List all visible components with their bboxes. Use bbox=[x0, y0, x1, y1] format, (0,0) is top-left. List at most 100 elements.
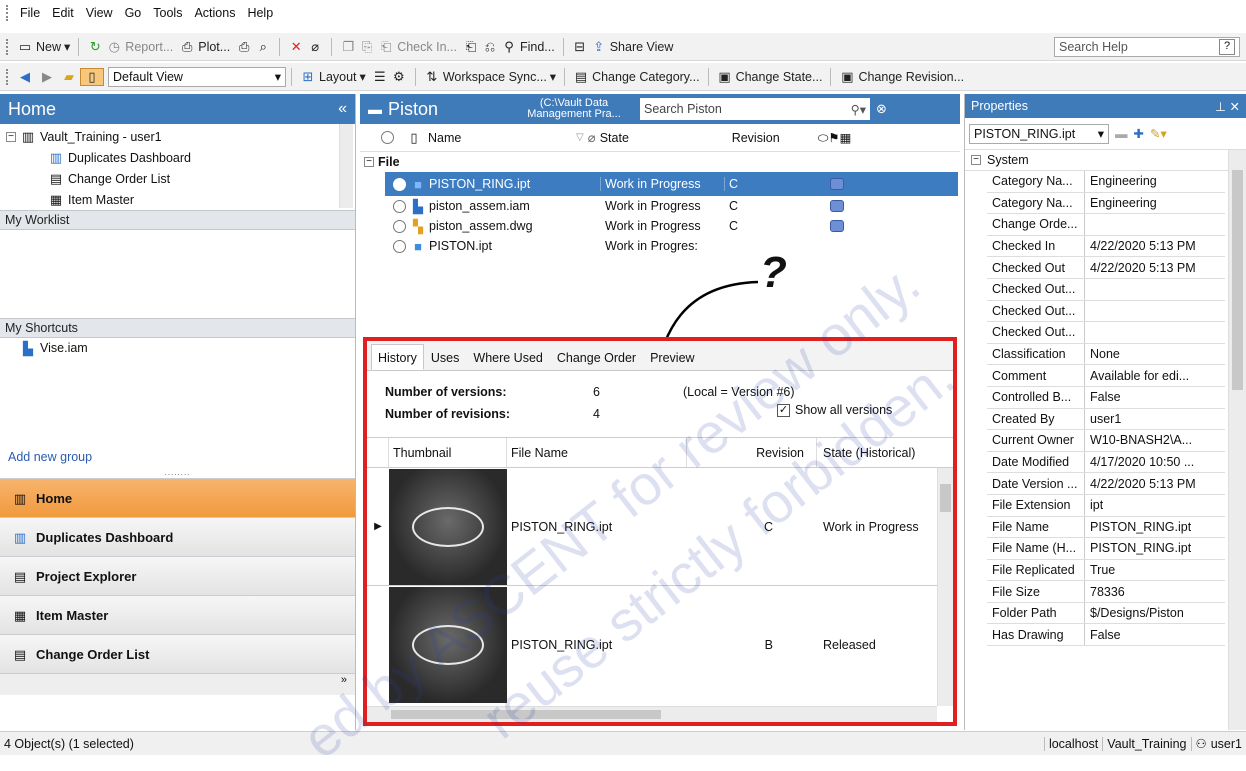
history-row[interactable]: PISTON_RING.ipt B Released bbox=[367, 586, 953, 704]
nav-duplicates-dashboard[interactable]: ▥ Duplicates Dashboard bbox=[0, 517, 355, 556]
property-row[interactable]: File Size 78336 bbox=[987, 581, 1225, 603]
nav-home[interactable]: ▥ Home bbox=[0, 478, 355, 517]
file-row[interactable]: ▚ piston_assem.dwg Work in Progress C bbox=[385, 216, 958, 236]
edit-icon[interactable]: ✎▾ bbox=[1150, 126, 1167, 141]
property-row[interactable]: Current Owner W10-BNASH2\A... bbox=[987, 430, 1225, 452]
history-horizontal-scrollbar[interactable] bbox=[367, 706, 937, 722]
menu-file[interactable]: File bbox=[14, 6, 46, 20]
print-button[interactable]: ⎙ ⌕ bbox=[233, 39, 274, 55]
toolbar-grip[interactable] bbox=[6, 38, 10, 55]
column-chooser-icon[interactable]: ⬭⚑▦ bbox=[818, 130, 852, 146]
check-in-button[interactable]: ❐ ⎘ ⎗ Check In... bbox=[337, 39, 460, 55]
file-row[interactable]: ■ PISTON_RING.ipt Work in Progress C bbox=[385, 172, 958, 196]
tree-item-duplicates-dashboard[interactable]: ▥ Duplicates Dashboard bbox=[6, 147, 349, 168]
tab-uses[interactable]: Uses bbox=[424, 344, 466, 370]
collapse-box-icon[interactable]: − bbox=[971, 155, 981, 165]
scroll-thumb[interactable] bbox=[1232, 170, 1243, 390]
menu-help[interactable]: Help bbox=[241, 6, 279, 20]
nav-change-order-list[interactable]: ▤ Change Order List bbox=[0, 634, 355, 673]
new-button[interactable]: ▭ New ▾ bbox=[14, 39, 73, 55]
worklist-header[interactable]: My Worklist bbox=[0, 210, 355, 230]
pin-close-icons[interactable]: ⊥ ✕ bbox=[1215, 99, 1240, 114]
history-row[interactable]: ▶ PISTON_RING.ipt C Work in Progress bbox=[367, 468, 953, 586]
collapse-box-icon[interactable]: − bbox=[6, 131, 16, 142]
add-icon[interactable]: ✚ bbox=[1134, 126, 1144, 141]
report-button[interactable]: ↻ ◷ Report... bbox=[84, 39, 176, 55]
property-row[interactable]: Has Drawing False bbox=[987, 624, 1225, 647]
pane-toggle-button[interactable]: ▯ bbox=[80, 67, 104, 86]
share-view-button[interactable]: ⊟ ⇪ Share View bbox=[569, 39, 677, 55]
forward-button[interactable]: ▶ bbox=[36, 69, 58, 85]
search-help-input[interactable]: Search Help? bbox=[1054, 36, 1240, 57]
nav-project-explorer[interactable]: ▤ Project Explorer bbox=[0, 556, 355, 595]
property-row[interactable]: Checked In 4/22/2020 5:13 PM bbox=[987, 235, 1225, 258]
view-select[interactable]: Default View ▾ bbox=[108, 66, 286, 87]
properties-scrollbar[interactable] bbox=[1228, 150, 1246, 730]
row-radio[interactable] bbox=[393, 239, 406, 253]
history-vertical-scrollbar[interactable] bbox=[937, 468, 953, 706]
toolbar-grip[interactable] bbox=[6, 5, 10, 21]
column-file-name[interactable]: File Name bbox=[507, 438, 687, 467]
property-row[interactable]: Change Orde... bbox=[987, 214, 1225, 236]
property-row[interactable]: File Extension ipt bbox=[987, 494, 1225, 517]
list-view-button[interactable]: ☰ ⚙ bbox=[369, 69, 410, 85]
select-all-radio[interactable] bbox=[381, 131, 394, 144]
nav-item-master[interactable]: ▦ Item Master bbox=[0, 595, 355, 634]
tree-item-item-master[interactable]: ▦ Item Master bbox=[6, 189, 349, 210]
shortcuts-header[interactable]: My Shortcuts bbox=[0, 318, 355, 338]
group-system[interactable]: − System bbox=[965, 150, 1246, 171]
layout-button[interactable]: ⊞ Layout ▾ bbox=[297, 69, 369, 85]
find-button[interactable]: ⎗ ⎌ ⚲ Find... bbox=[460, 39, 558, 55]
property-row[interactable]: Classification None bbox=[987, 343, 1225, 366]
property-row[interactable]: Date Version ... 4/22/2020 5:13 PM bbox=[987, 473, 1225, 495]
plot-button[interactable]: ⎙ Plot... bbox=[176, 39, 233, 55]
property-row[interactable]: File Replicated True bbox=[987, 559, 1225, 582]
row-radio[interactable] bbox=[393, 177, 406, 191]
tab-preview[interactable]: Preview bbox=[643, 344, 701, 370]
menu-edit[interactable]: Edit bbox=[46, 6, 80, 20]
collapse-box-icon[interactable]: − bbox=[364, 157, 374, 167]
nav-overflow[interactable]: » bbox=[0, 673, 355, 695]
column-thumbnail[interactable]: Thumbnail bbox=[389, 438, 507, 467]
tree-item-vault[interactable]: − ▥ Vault_Training - user1 bbox=[6, 126, 349, 147]
menu-actions[interactable]: Actions bbox=[188, 6, 241, 20]
up-folder-button[interactable]: ▰ bbox=[58, 69, 80, 85]
help-icon[interactable]: ? bbox=[1219, 38, 1235, 55]
group-file[interactable]: − File bbox=[360, 152, 960, 172]
menu-go[interactable]: Go bbox=[119, 6, 148, 20]
back-button[interactable]: ◀ bbox=[14, 69, 36, 85]
property-row[interactable]: Created By user1 bbox=[987, 408, 1225, 431]
folder-search-input[interactable]: Search Piston ⚲▾ bbox=[640, 98, 870, 120]
row-radio[interactable] bbox=[393, 199, 406, 213]
change-state-button[interactable]: ▣ Change State... bbox=[714, 69, 826, 85]
property-row[interactable]: Checked Out 4/22/2020 5:13 PM bbox=[987, 257, 1225, 279]
property-row[interactable]: Category Na... Engineering bbox=[987, 171, 1225, 193]
file-row[interactable]: ▙ piston_assem.iam Work in Progress C bbox=[385, 196, 958, 216]
scroll-thumb[interactable] bbox=[391, 710, 661, 719]
workspace-sync-button[interactable]: ⇅ Workspace Sync... ▾ bbox=[421, 69, 559, 85]
property-row[interactable]: File Name (H... PISTON_RING.ipt bbox=[987, 538, 1225, 560]
menu-view[interactable]: View bbox=[80, 6, 119, 20]
search-icon[interactable]: ⚲▾ bbox=[851, 102, 866, 117]
shortcut-item-vise[interactable]: ▙ Vise.iam bbox=[0, 338, 355, 358]
toolbar-grip[interactable] bbox=[6, 68, 10, 85]
column-state-historical[interactable]: State (Historical) bbox=[817, 446, 925, 460]
tab-where-used[interactable]: Where Used bbox=[466, 344, 549, 370]
column-state[interactable]: State bbox=[600, 131, 732, 145]
tree-item-change-order-list[interactable]: ▤ Change Order List bbox=[6, 168, 349, 189]
column-revision[interactable]: Revision bbox=[687, 438, 817, 467]
change-category-button[interactable]: ▤ Change Category... bbox=[570, 69, 702, 85]
scroll-thumb[interactable] bbox=[940, 484, 951, 512]
property-row[interactable]: Folder Path $/Designs/Piston bbox=[987, 602, 1225, 625]
delete-button[interactable]: ✕ ⌀ bbox=[285, 39, 326, 55]
tab-history[interactable]: History bbox=[371, 344, 424, 370]
column-name[interactable]: Name bbox=[428, 131, 576, 145]
column-revision[interactable]: Revision bbox=[732, 131, 804, 145]
remove-icon[interactable]: ▬ bbox=[1115, 127, 1128, 141]
property-row[interactable]: Category Na... Engineering bbox=[987, 192, 1225, 215]
property-row[interactable]: File Name PISTON_RING.ipt bbox=[987, 516, 1225, 539]
add-new-group-link[interactable]: Add new group bbox=[0, 450, 355, 468]
splitter-handle[interactable]: ........ bbox=[0, 468, 355, 478]
show-all-versions-checkbox[interactable]: ✓ Show all versions bbox=[777, 403, 892, 417]
menu-tools[interactable]: Tools bbox=[147, 6, 188, 20]
